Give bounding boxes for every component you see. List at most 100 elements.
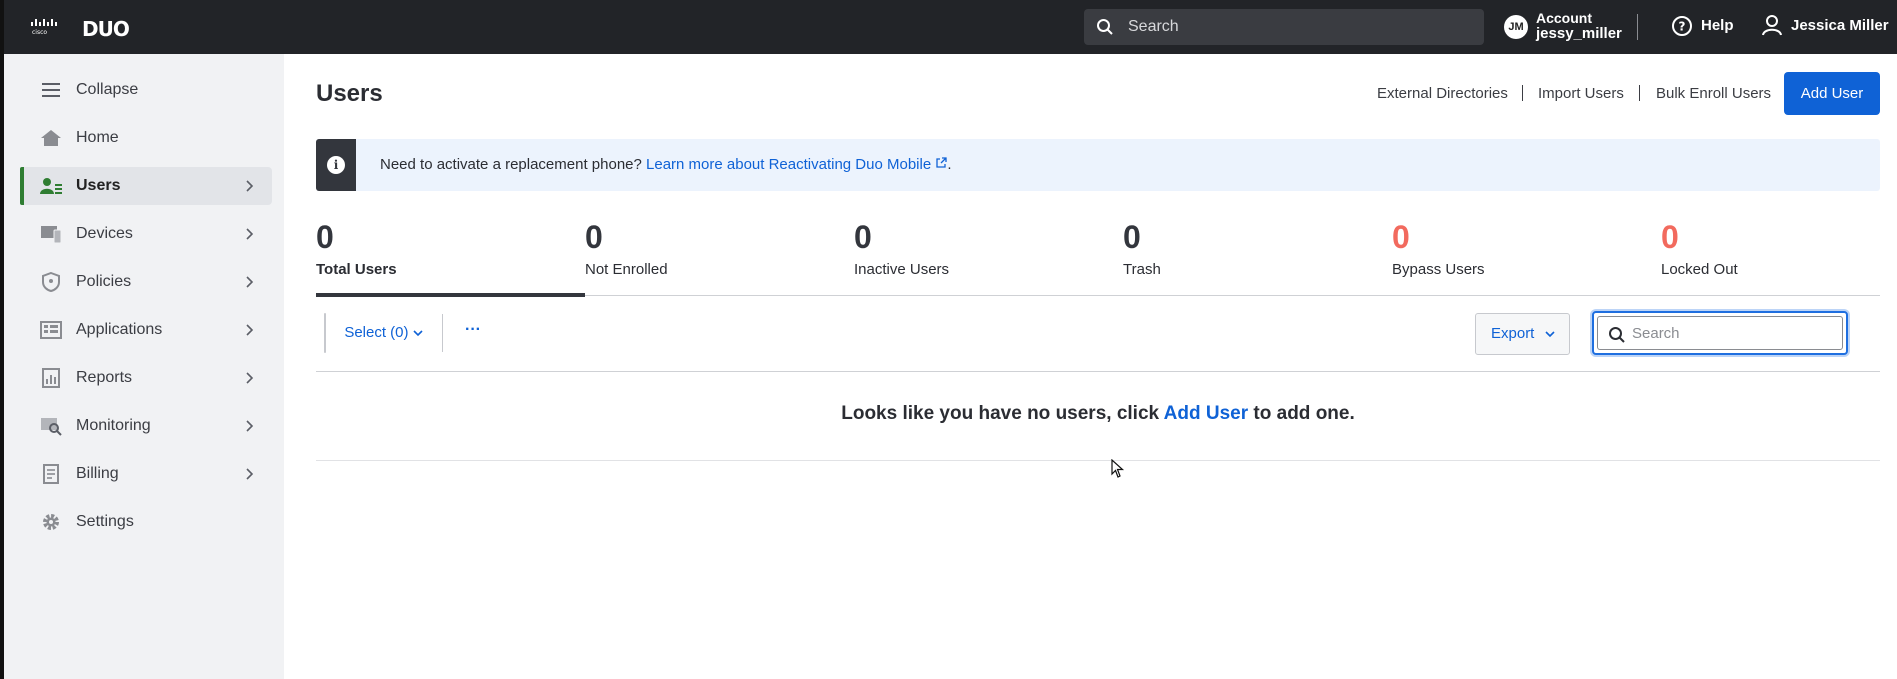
reactivating-duo-mobile-link[interactable]: Learn more about Reactivating Duo Mobile xyxy=(646,156,948,173)
users-search-placeholder: Search xyxy=(1632,325,1680,342)
topbar-divider xyxy=(1637,14,1638,40)
bulk-actions-group: Select (0) ··· xyxy=(324,313,481,353)
user-name: Jessica Miller xyxy=(1791,17,1889,34)
stat-label: Trash xyxy=(1123,261,1161,278)
global-search[interactable]: Search xyxy=(1084,9,1484,45)
chevron-right-icon xyxy=(246,372,254,384)
stat-not-enrolled[interactable]: 0 Not Enrolled xyxy=(585,219,853,295)
search-icon xyxy=(1097,19,1113,35)
sidebar-item-label: Users xyxy=(76,177,121,194)
more-actions-button[interactable]: ··· xyxy=(444,314,502,352)
bulk-enroll-users-link[interactable]: Bulk Enroll Users xyxy=(1656,85,1771,102)
stat-bypass-users[interactable]: 0 Bypass Users xyxy=(1392,219,1660,295)
devices-icon xyxy=(41,226,62,244)
select-label: Select (0) xyxy=(344,324,409,341)
sidebar-item-label: Home xyxy=(76,129,119,146)
info-icon: i xyxy=(327,156,345,174)
users-search-input[interactable]: Search xyxy=(1592,311,1848,355)
users-icon xyxy=(40,178,62,194)
sidebar-item-label: Devices xyxy=(76,225,133,242)
sidebar-item-label: Collapse xyxy=(76,81,139,98)
chevron-right-icon xyxy=(246,228,254,240)
search-icon xyxy=(1609,327,1625,343)
billing-icon xyxy=(43,464,59,484)
sidebar-item-users[interactable]: Users xyxy=(20,167,272,205)
export-button[interactable]: Export xyxy=(1475,313,1570,355)
banner-link-label: Learn more about Reactivating Duo Mobile xyxy=(646,156,932,173)
chevron-down-icon xyxy=(1545,331,1555,338)
export-label: Export xyxy=(1491,325,1535,342)
import-users-link[interactable]: Import Users xyxy=(1538,85,1624,102)
stat-value: 0 xyxy=(585,219,603,255)
sidebar-item-reports[interactable]: Reports xyxy=(20,359,272,397)
account-username: jessy_miller xyxy=(1536,25,1622,42)
stat-total-users[interactable]: 0 Total Users xyxy=(316,219,584,295)
chevron-right-icon xyxy=(246,420,254,432)
external-directories-link[interactable]: External Directories xyxy=(1377,85,1508,102)
sidebar-item-devices[interactable]: Devices xyxy=(20,215,272,253)
home-icon xyxy=(41,130,61,146)
svg-text:cisco: cisco xyxy=(32,29,47,36)
applications-icon xyxy=(40,321,62,339)
chevron-right-icon xyxy=(246,180,254,192)
stat-label: Total Users xyxy=(316,261,397,278)
sidebar-item-label: Monitoring xyxy=(76,417,151,434)
stat-inactive-users[interactable]: 0 Inactive Users xyxy=(854,219,1122,295)
add-user-button[interactable]: Add User xyxy=(1784,72,1880,115)
sidebar-item-monitoring[interactable]: Monitoring xyxy=(20,407,272,445)
sidebar-item-policies[interactable]: Policies xyxy=(20,263,272,301)
cisco-logo[interactable]: cisco xyxy=(30,16,64,36)
chevron-down-icon xyxy=(413,330,423,337)
sidebar-item-label: Settings xyxy=(76,513,134,530)
help-label: Help xyxy=(1701,17,1734,34)
page-title: Users xyxy=(316,80,383,107)
sidebar-item-applications[interactable]: Applications xyxy=(20,311,272,349)
external-link-icon xyxy=(936,157,948,168)
header-link-divider xyxy=(1639,85,1640,101)
banner-text: Need to activate a replacement phone? Le… xyxy=(380,156,952,173)
svg-text:?: ? xyxy=(1679,20,1686,34)
empty-state-message: Looks like you have no users, click Add … xyxy=(316,403,1880,425)
users-search-field[interactable]: Search xyxy=(1597,316,1843,350)
info-icon-box: i xyxy=(316,139,356,191)
top-bar: cisco DUO Search JM Account jessy_miller… xyxy=(0,0,1897,54)
stat-value: 0 xyxy=(854,219,872,255)
sidebar-item-label: Policies xyxy=(76,273,132,290)
select-dropdown-button[interactable]: Select (0) xyxy=(325,314,443,352)
hamburger-icon xyxy=(42,83,60,97)
sidebar-collapse[interactable]: Collapse xyxy=(20,71,272,109)
stat-label: Bypass Users xyxy=(1392,261,1485,278)
empty-text-before: Looks like you have no users, click xyxy=(841,403,1164,424)
user-icon xyxy=(1762,15,1782,36)
account-label: Account xyxy=(1536,10,1592,26)
table-bottom-border xyxy=(316,460,1880,461)
help-icon: ? xyxy=(1672,16,1692,36)
stat-locked-out[interactable]: 0 Locked Out xyxy=(1661,219,1897,295)
sidebar-item-billing[interactable]: Billing xyxy=(20,455,272,493)
empty-add-user-link[interactable]: Add User xyxy=(1164,403,1248,424)
stat-label: Not Enrolled xyxy=(585,261,668,278)
stat-value: 0 xyxy=(1392,219,1410,255)
stat-label: Inactive Users xyxy=(854,261,950,278)
sidebar-item-settings[interactable]: Settings xyxy=(20,503,272,541)
banner-message: Need to activate a replacement phone? xyxy=(380,156,647,173)
sidebar-item-home[interactable]: Home xyxy=(20,119,272,157)
sidebar-item-label: Applications xyxy=(76,321,163,338)
stat-value: 0 xyxy=(316,219,334,255)
info-banner: i Need to activate a replacement phone? … xyxy=(316,139,1880,191)
sidebar: Collapse Home Users Devices Policies App… xyxy=(0,54,284,679)
banner-suffix: . xyxy=(947,156,952,173)
table-top-border xyxy=(316,371,1880,372)
empty-text-after: to add one. xyxy=(1248,403,1355,424)
stat-value: 0 xyxy=(1661,219,1679,255)
active-stat-indicator xyxy=(316,293,585,297)
stat-trash[interactable]: 0 Trash xyxy=(1123,219,1391,295)
stat-value: 0 xyxy=(1123,219,1141,255)
duo-logo[interactable]: DUO xyxy=(82,17,130,41)
stat-label: Locked Out xyxy=(1661,261,1738,278)
sidebar-item-label: Billing xyxy=(76,465,119,482)
account-avatar: JM xyxy=(1504,15,1528,39)
monitoring-icon xyxy=(41,418,62,436)
chevron-right-icon xyxy=(246,276,254,288)
header-link-divider xyxy=(1522,85,1523,101)
